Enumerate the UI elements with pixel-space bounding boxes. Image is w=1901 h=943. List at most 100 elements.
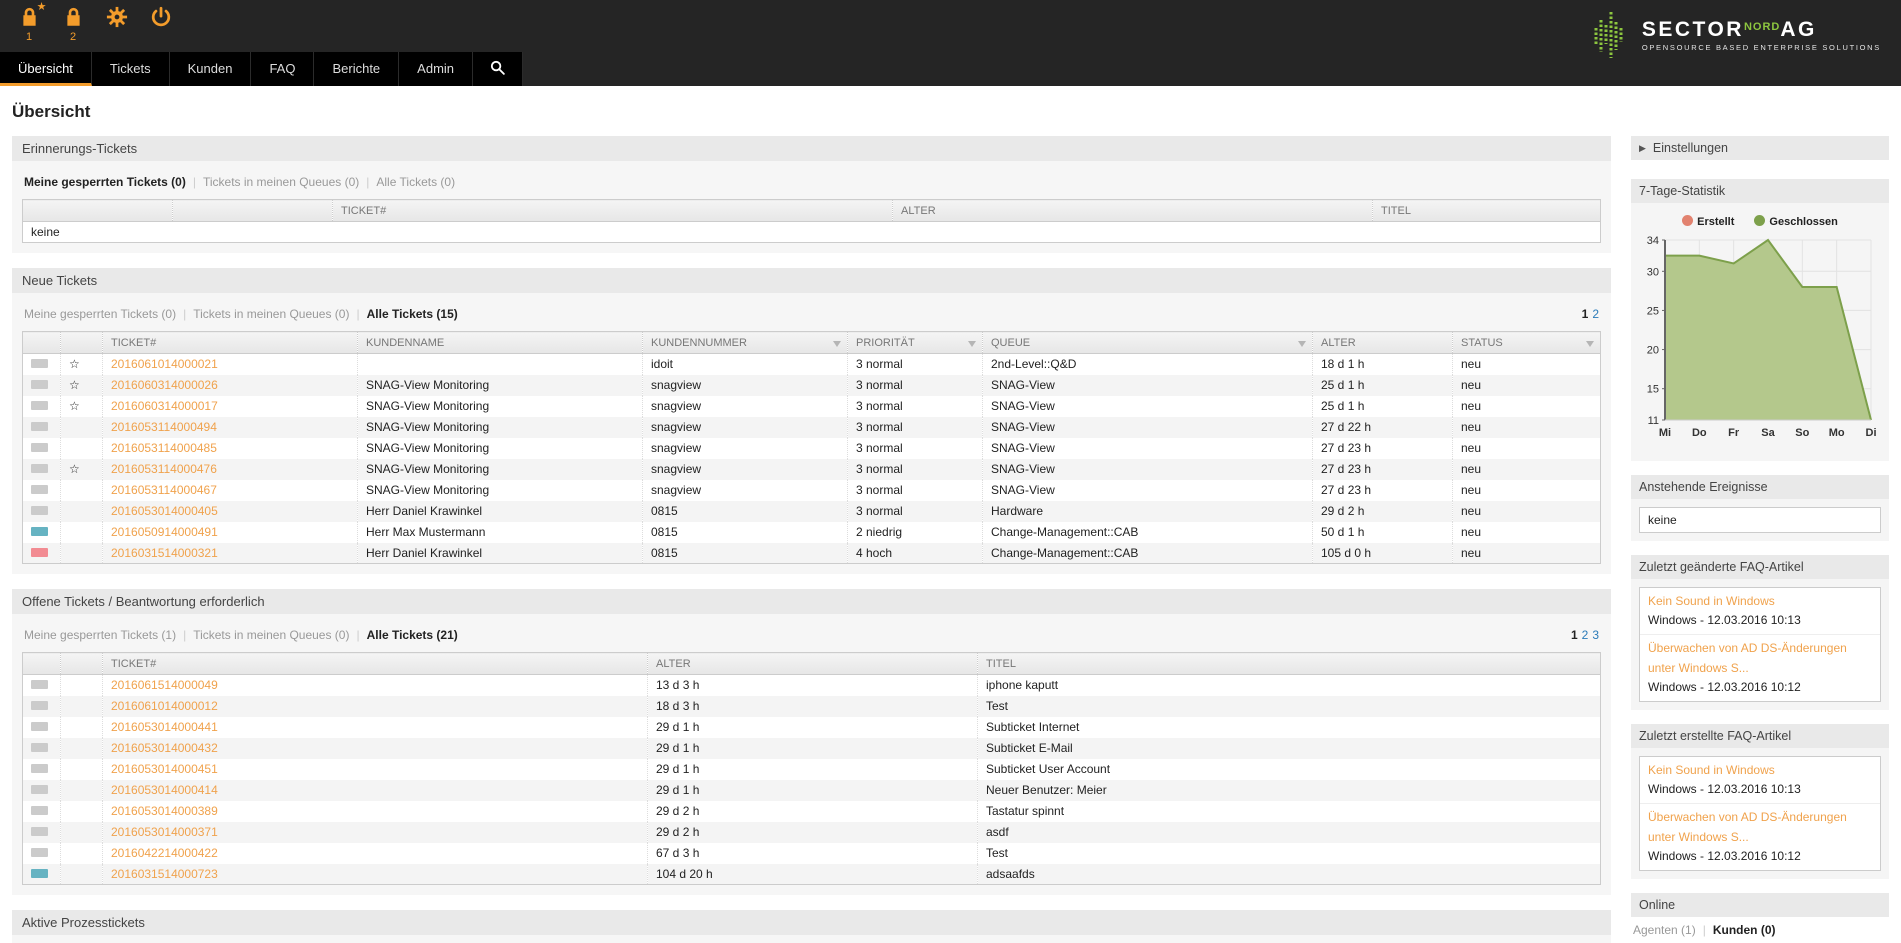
watch-star-icon[interactable]: ☆ xyxy=(61,375,103,396)
view-tab[interactable]: Kunden (0) xyxy=(1713,923,1776,937)
ticket-link[interactable]: 2016061014000012 xyxy=(111,699,218,713)
nav-search-button[interactable] xyxy=(473,52,523,86)
view-tab[interactable]: Agenten (1) xyxy=(1633,923,1696,937)
ticket-link[interactable]: 2016031514000723 xyxy=(111,867,218,881)
ticket-link[interactable]: 2016053014000389 xyxy=(111,804,218,818)
column-header-priorit-t[interactable]: PRIORITÄT xyxy=(848,332,983,354)
ticket-row[interactable]: ☆2016053114000476SNAG-View Monitoringsna… xyxy=(23,459,1601,480)
ticket-row[interactable]: ☆2016060314000026SNAG-View Monitoringsna… xyxy=(23,375,1601,396)
page-3[interactable]: 3 xyxy=(1592,628,1599,642)
ticket-row[interactable]: 201605301400037129 d 2 hasdf xyxy=(23,822,1601,843)
faq-created-widget-header[interactable]: Zuletzt erstellte FAQ-Artikel xyxy=(1631,724,1889,748)
column-header-queue[interactable]: QUEUE xyxy=(983,332,1313,354)
watch-star-icon[interactable]: ☆ xyxy=(61,396,103,417)
filter-icon[interactable] xyxy=(833,341,841,347)
ticket-row[interactable]: 201605301400038929 d 2 hTastatur spinnt xyxy=(23,801,1601,822)
ticket-link[interactable]: 2016053114000476 xyxy=(111,462,217,476)
ticket-link[interactable]: 2016053014000414 xyxy=(111,783,218,797)
view-tab[interactable]: Meine gesperrten Tickets (0) xyxy=(24,307,176,321)
ticket-link[interactable]: 2016031514000321 xyxy=(111,546,218,560)
column-header-ticket-[interactable]: TICKET# xyxy=(103,332,358,354)
ticket-row[interactable]: 201605301400041429 d 1 hNeuer Benutzer: … xyxy=(23,780,1601,801)
ticket-row[interactable]: 201605301400045129 d 1 hSubticket User A… xyxy=(23,759,1601,780)
faq-article-link[interactable]: Kein Sound in Windows xyxy=(1648,592,1872,611)
ticket-row[interactable]: 201604221400042267 d 3 hTest xyxy=(23,843,1601,864)
nav-tab-faq[interactable]: FAQ xyxy=(251,52,314,86)
column-header-kundennummer[interactable]: KUNDENNUMMER xyxy=(643,332,848,354)
column-header-ticket-[interactable]: TICKET# xyxy=(333,200,893,222)
watched-tickets-button[interactable]: 2 xyxy=(58,6,88,43)
nav-tab-uebersicht[interactable]: Übersicht xyxy=(0,52,92,86)
new-tickets-widget-header[interactable]: Neue Tickets xyxy=(12,268,1611,293)
ticket-link[interactable]: 2016061014000021 xyxy=(111,357,218,371)
view-tab[interactable]: Alle Tickets (15) xyxy=(367,307,458,321)
ticket-link[interactable]: 2016053014000432 xyxy=(111,741,218,755)
ticket-link[interactable]: 2016042214000422 xyxy=(111,846,218,860)
ticket-link[interactable]: 2016053014000451 xyxy=(111,762,218,776)
ticket-link[interactable]: 2016053014000405 xyxy=(111,504,218,518)
ticket-link[interactable]: 2016060314000026 xyxy=(111,378,218,392)
nav-tab-tickets[interactable]: Tickets xyxy=(92,52,170,86)
locked-tickets-button[interactable]: ★ 1 xyxy=(14,6,44,43)
ticket-link[interactable]: 2016053114000467 xyxy=(111,483,217,497)
view-tab[interactable]: Meine gesperrten Tickets (1) xyxy=(24,628,176,642)
view-tab[interactable]: Tickets in meinen Queues (0) xyxy=(203,175,359,189)
column-header-titel[interactable]: TITEL xyxy=(1373,200,1601,222)
nav-tab-berichte[interactable]: Berichte xyxy=(314,52,399,86)
view-tab[interactable]: Alle Tickets (21) xyxy=(367,628,458,642)
faq-changed-widget-header[interactable]: Zuletzt geänderte FAQ-Artikel xyxy=(1631,555,1889,579)
page-2[interactable]: 2 xyxy=(1582,628,1589,642)
watch-star-icon[interactable]: ☆ xyxy=(61,459,103,480)
ticket-row[interactable]: 201606151400004913 d 3 hiphone kaputt xyxy=(23,675,1601,696)
open-tickets-widget-header[interactable]: Offene Tickets / Beantwortung erforderli… xyxy=(12,589,1611,614)
ticket-row[interactable]: 201605301400044129 d 1 hSubticket Intern… xyxy=(23,717,1601,738)
faq-article-link[interactable]: Überwachen von AD DS-Änderungen unter Wi… xyxy=(1648,639,1872,677)
ticket-link[interactable]: 2016053114000485 xyxy=(111,441,217,455)
column-header-status[interactable]: STATUS xyxy=(1453,332,1601,354)
ticket-row[interactable]: ☆2016061014000021idoit3 normal2nd-Level:… xyxy=(23,354,1601,375)
faq-article-link[interactable]: Überwachen von AD DS-Änderungen unter Wi… xyxy=(1648,808,1872,846)
view-tab[interactable]: Alle Tickets (0) xyxy=(376,175,455,189)
filter-icon[interactable] xyxy=(1298,341,1306,347)
column-header-alter[interactable]: ALTER xyxy=(893,200,1373,222)
page-2[interactable]: 2 xyxy=(1592,307,1599,321)
logout-button[interactable] xyxy=(146,6,176,30)
process-tickets-widget-header[interactable]: Aktive Prozesstickets xyxy=(12,910,1611,935)
page-1[interactable]: 1 xyxy=(1571,628,1578,642)
ticket-row[interactable]: 2016053114000485SNAG-View Monitoringsnag… xyxy=(23,438,1601,459)
page-1[interactable]: 1 xyxy=(1582,307,1589,321)
ticket-link[interactable]: 2016053114000494 xyxy=(111,420,217,434)
filter-icon[interactable] xyxy=(968,341,976,347)
ticket-row[interactable]: 2016050914000491Herr Max Mustermann08152… xyxy=(23,522,1601,543)
events-widget-header[interactable]: Anstehende Ereignisse xyxy=(1631,475,1889,499)
view-tab[interactable]: Tickets in meinen Queues (0) xyxy=(193,307,349,321)
nav-tab-kunden[interactable]: Kunden xyxy=(170,52,252,86)
column-header-alter[interactable]: ALTER xyxy=(1313,332,1453,354)
column-header-kundenname[interactable]: KUNDENNAME xyxy=(358,332,643,354)
ticket-row[interactable]: 2016031514000723104 d 20 hadsaafds xyxy=(23,864,1601,885)
view-tab[interactable]: Meine gesperrten Tickets (0) xyxy=(24,175,186,189)
filter-icon[interactable] xyxy=(1586,341,1594,347)
view-tab[interactable]: Tickets in meinen Queues (0) xyxy=(193,628,349,642)
watch-star-icon[interactable]: ☆ xyxy=(61,354,103,375)
ticket-row[interactable]: 2016053114000494SNAG-View Monitoringsnag… xyxy=(23,417,1601,438)
reminder-widget-header[interactable]: Erinnerungs-Tickets xyxy=(12,136,1611,161)
settings-toggle[interactable]: ▶ Einstellungen xyxy=(1631,136,1889,160)
ticket-row[interactable]: 2016053014000405Herr Daniel Krawinkel081… xyxy=(23,501,1601,522)
column-header-alter[interactable]: ALTER xyxy=(648,653,978,675)
preferences-button[interactable] xyxy=(102,6,132,30)
ticket-link[interactable]: 2016053014000441 xyxy=(111,720,218,734)
ticket-row[interactable]: 2016031514000321Herr Daniel Krawinkel081… xyxy=(23,543,1601,564)
ticket-row[interactable]: 201605301400043229 d 1 hSubticket E-Mail xyxy=(23,738,1601,759)
nav-tab-admin[interactable]: Admin xyxy=(399,52,473,86)
ticket-link[interactable]: 2016061514000049 xyxy=(111,678,218,692)
faq-article-link[interactable]: Kein Sound in Windows xyxy=(1648,761,1872,780)
ticket-row[interactable]: ☆2016060314000017SNAG-View Monitoringsna… xyxy=(23,396,1601,417)
stats-widget-header[interactable]: 7-Tage-Statistik xyxy=(1631,179,1889,203)
ticket-link[interactable]: 2016053014000371 xyxy=(111,825,218,839)
ticket-row[interactable]: 201606101400001218 d 3 hTest xyxy=(23,696,1601,717)
ticket-link[interactable]: 2016060314000017 xyxy=(111,399,218,413)
column-header-titel[interactable]: TITEL xyxy=(978,653,1601,675)
ticket-link[interactable]: 2016050914000491 xyxy=(111,525,218,539)
column-header-ticket-[interactable]: TICKET# xyxy=(103,653,648,675)
